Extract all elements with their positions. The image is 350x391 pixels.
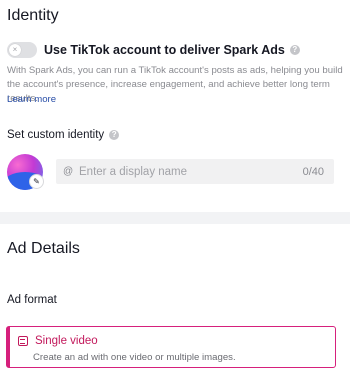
ad-format-single-video-option[interactable]: Single video Create an ad with one video…	[6, 326, 336, 368]
edit-icon[interactable]: ✎	[29, 174, 44, 189]
character-counter: 0/40	[302, 165, 324, 178]
display-name-field: @ 0/40	[56, 159, 334, 184]
spark-ads-row: × Use TikTok account to deliver Spark Ad…	[7, 42, 300, 58]
learn-more-link[interactable]: Learn more	[7, 94, 56, 105]
video-icon	[18, 336, 28, 346]
help-icon[interactable]: ?	[289, 45, 300, 55]
at-symbol: @	[63, 166, 74, 177]
spark-ads-description: With Spark Ads, you can run a TikTok acc…	[7, 65, 343, 104]
custom-identity-row: Set custom identity ?	[7, 129, 120, 141]
spark-ads-toggle[interactable]: ×	[7, 42, 37, 58]
identity-card: Identity × Use TikTok account to deliver…	[0, 0, 350, 212]
format-description: Create an ad with one video or multiple …	[33, 352, 236, 363]
help-icon[interactable]: ?	[109, 130, 120, 140]
format-title: Single video	[35, 335, 98, 347]
identity-title: Identity	[7, 7, 59, 24]
custom-identity-label: Set custom identity	[7, 129, 105, 141]
ad-details-title: Ad Details	[7, 240, 80, 257]
spark-ads-label: Use TikTok account to deliver Spark Ads	[44, 43, 285, 57]
toggle-off-icon: ×	[9, 44, 21, 56]
display-name-input[interactable]	[77, 164, 303, 179]
ad-format-label: Ad format	[7, 294, 57, 306]
